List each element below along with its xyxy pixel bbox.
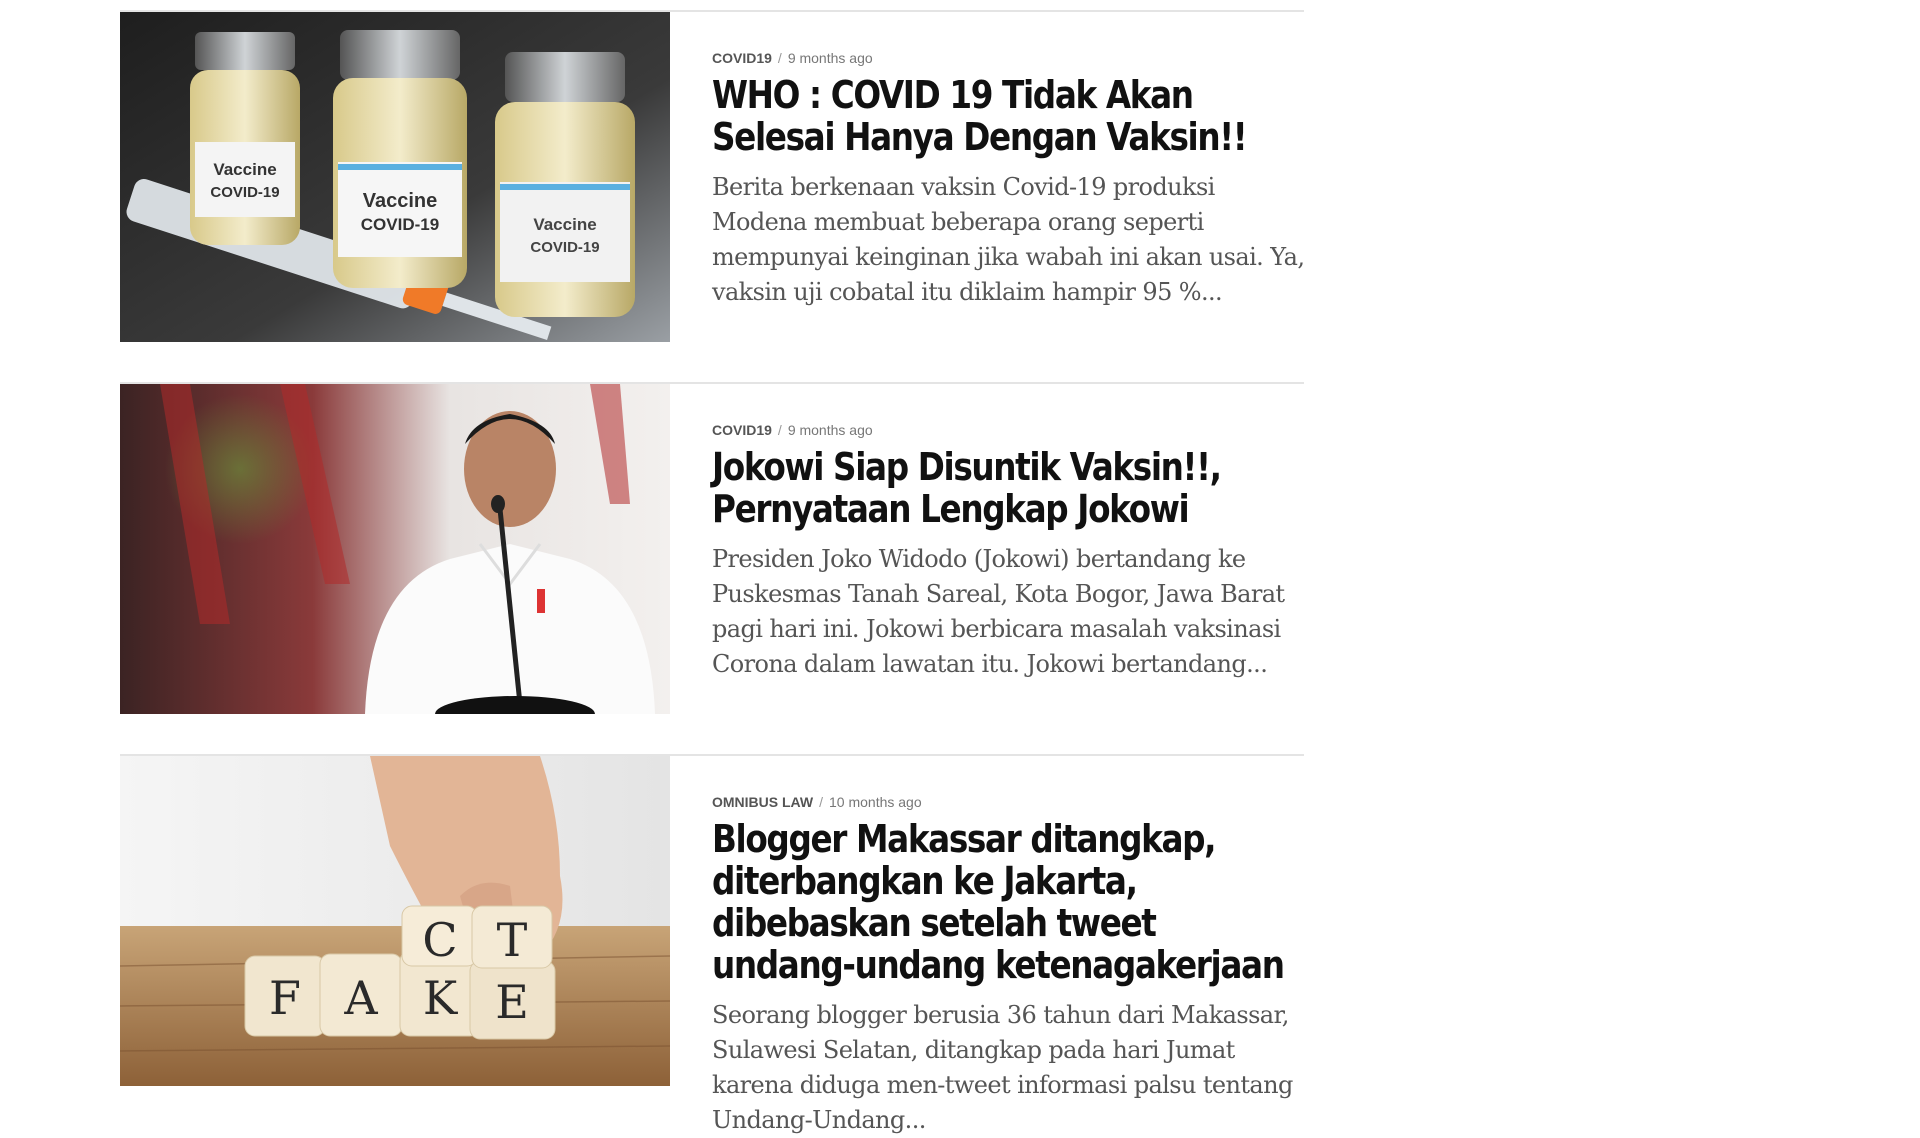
- article-card[interactable]: Vaccine COVID-19 Vaccine COVID-19 Vaccin…: [120, 10, 1305, 372]
- article-content: COVID19 / 9 months ago WHO : COVID 19 Tida…: [712, 50, 1305, 310]
- article-meta: OMNIBUS LAW / 10 months ago: [712, 794, 1302, 810]
- article-excerpt: Berita berkenaan vaksin Covid-19 produks…: [712, 173, 1305, 306]
- cube-letter: C: [422, 913, 457, 967]
- article-meta: COVID19 / 9 months ago: [712, 422, 1302, 438]
- article-title[interactable]: Blogger Makassar ditangkap, diterbangkan…: [712, 818, 1305, 986]
- article-feed: Vaccine COVID-19 Vaccine COVID-19 Vaccin…: [120, 0, 1305, 1134]
- article-card[interactable]: COVID19 / 9 months ago Jokowi Siap Disunti…: [120, 382, 1304, 744]
- article-time: 9 months ago: [787, 50, 873, 66]
- article-time: 9 months ago: [787, 422, 873, 438]
- article-time: 10 months ago: [829, 794, 922, 810]
- vial-label-text: COVID-19: [210, 184, 279, 201]
- article-excerpt: Seorang blogger berusia 36 tahun dari Ma…: [712, 1001, 1293, 1134]
- article-excerpt: Presiden Joko Widodo (Jokowi) bertandang…: [712, 545, 1285, 678]
- category-link[interactable]: COVID19: [712, 422, 772, 438]
- article-card[interactable]: F A K E C T OMNIBUS LAW / 10 months ago Bl…: [120, 754, 1304, 1134]
- article-meta: COVID19 / 9 months ago: [712, 50, 1302, 66]
- cube-letter: E: [495, 975, 529, 1029]
- vial-label-text: Vaccine: [213, 160, 276, 179]
- article-title[interactable]: Jokowi Siap Disuntik Vaksin!!, Pernyataa…: [712, 446, 1305, 530]
- article-title[interactable]: WHO : COVID 19 Tidak Akan Selesai Hanya …: [712, 74, 1305, 158]
- cube-letter: K: [423, 971, 459, 1025]
- cube-letter: A: [343, 971, 378, 1025]
- article-thumbnail[interactable]: [120, 384, 670, 714]
- category-link[interactable]: OMNIBUS LAW: [712, 794, 813, 810]
- category-link[interactable]: COVID19: [712, 50, 772, 66]
- article-content: OMNIBUS LAW / 10 months ago Blogger Makass…: [712, 794, 1302, 1138]
- cube-letter: F: [269, 971, 301, 1025]
- vial-label-text: Vaccine: [363, 190, 438, 212]
- meta-separator: /: [819, 794, 823, 810]
- vial-label-text: Vaccine: [533, 215, 596, 234]
- meta-separator: /: [777, 50, 782, 66]
- vial-label-text: COVID-19: [361, 215, 439, 234]
- cube-letter: T: [497, 913, 528, 967]
- meta-separator: /: [777, 422, 782, 438]
- article-thumbnail[interactable]: Vaccine COVID-19 Vaccine COVID-19 Vaccin…: [120, 12, 670, 342]
- article-content: COVID19 / 9 months ago Jokowi Siap Disunti…: [712, 422, 1302, 682]
- article-thumbnail[interactable]: F A K E C T: [120, 756, 670, 1086]
- vial-label-text: COVID-19: [530, 239, 599, 256]
